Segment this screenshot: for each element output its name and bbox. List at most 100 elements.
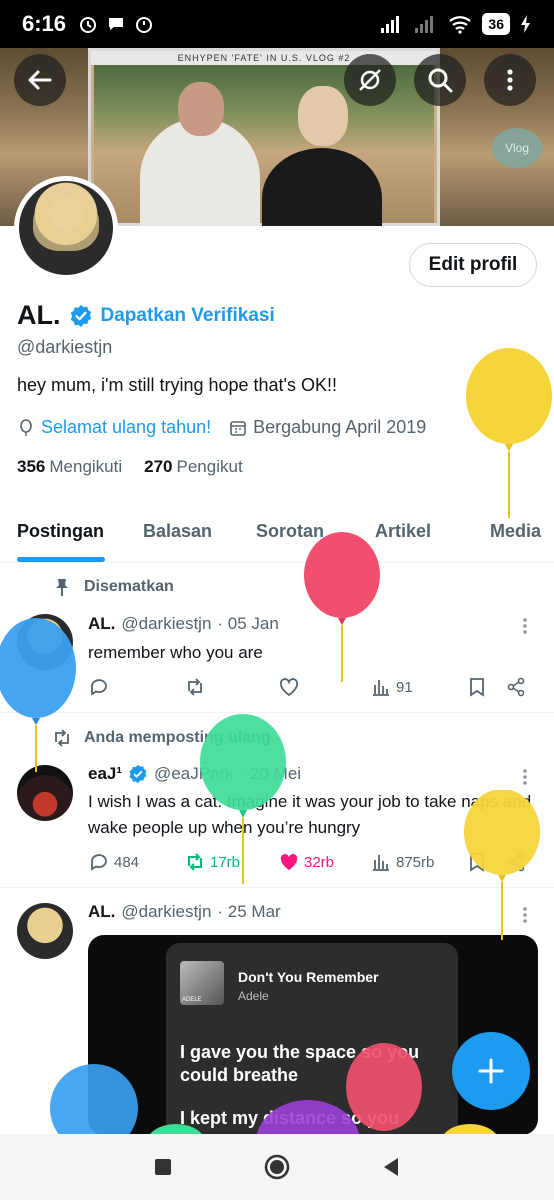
share-button[interactable] <box>505 676 527 698</box>
post-date: · 05 Jan <box>217 614 279 633</box>
profile-name: AL. <box>17 300 61 330</box>
post-header: AL. @darkiestjn · 25 Mar <box>88 902 281 922</box>
active-tab-indicator <box>17 557 105 562</box>
like-button[interactable]: 32rb <box>278 851 334 873</box>
status-bar: 6:16 36 <box>0 0 554 48</box>
grok-slash-icon <box>359 69 381 91</box>
post-header: eaJ¹ @eaJPark · 20 Mei <box>88 764 301 784</box>
reply-button[interactable] <box>88 676 110 698</box>
bookmark-icon <box>470 853 484 872</box>
repost-icon <box>188 853 202 871</box>
post-author-handle: @eaJPark <box>154 764 234 783</box>
repost-context-icon <box>55 729 69 747</box>
tab-artikel[interactable]: Artikel <box>375 521 431 542</box>
lyric-line: I kept my distance so you <box>180 1108 400 1128</box>
avatar[interactable] <box>17 614 73 670</box>
back-nav-icon[interactable] <box>378 1154 404 1180</box>
post-author-name[interactable]: eaJ¹ <box>88 764 122 784</box>
repost-button[interactable]: 17rb <box>184 851 240 873</box>
views-button[interactable]: 91 <box>370 676 413 698</box>
profile-avatar[interactable] <box>14 176 118 280</box>
balloon-icon <box>20 418 32 436</box>
back-button[interactable] <box>14 54 66 106</box>
compose-button[interactable] <box>452 1032 530 1110</box>
following-label: Mengikuti <box>49 457 123 476</box>
views-button[interactable]: 875rb <box>370 851 434 873</box>
song-artist: Adele <box>238 989 269 1003</box>
tab-media[interactable]: Media <box>490 521 541 542</box>
post-header: AL. @darkiestjn · 05 Jan <box>88 614 279 634</box>
post-text: I wish I was a cat. Imagine it was your … <box>88 792 532 837</box>
back-arrow-icon <box>28 70 52 90</box>
home-icon[interactable] <box>264 1154 290 1180</box>
alarm-icon <box>80 17 97 33</box>
reply-icon <box>91 679 107 696</box>
repost-context: Anda memposting ulang <box>52 728 271 748</box>
lyric-line: I gave you the space so you could breath… <box>180 1042 420 1085</box>
bookmark-icon <box>470 678 484 697</box>
repost-button[interactable] <box>184 676 206 698</box>
repost-label: Anda memposting ulang <box>84 729 271 746</box>
plus-icon <box>478 1058 504 1084</box>
tab-sorotan[interactable]: Sorotan <box>256 521 324 542</box>
tab-postingan[interactable]: Postingan <box>17 521 104 542</box>
pinned-context: Disematkan <box>52 577 174 597</box>
followers-count: 270 <box>144 457 173 476</box>
post-more-icon[interactable] <box>515 767 535 787</box>
status-time: 6:16 <box>22 11 67 36</box>
signal-muted-icon <box>415 16 434 33</box>
post-author-handle: @darkiestjn <box>121 902 212 921</box>
get-verified-link[interactable]: Dapatkan Verifikasi <box>101 305 275 327</box>
post-text: remember who you are <box>88 643 263 662</box>
post-author-name[interactable]: AL. <box>88 614 115 634</box>
wifi-icon <box>449 16 472 34</box>
repost-count: 17rb <box>210 853 241 871</box>
reply-button[interactable]: 484 <box>88 851 139 873</box>
post-divider <box>0 887 554 888</box>
avatar[interactable] <box>17 765 73 821</box>
avatar[interactable] <box>17 903 73 959</box>
search-button[interactable] <box>414 54 466 106</box>
like-button[interactable] <box>278 676 300 698</box>
signal-icon <box>381 16 400 33</box>
chat-bubble-icon <box>109 18 124 30</box>
edit-profile-button[interactable]: Edit profil <box>409 243 537 287</box>
post-author-name[interactable]: AL. <box>88 902 115 922</box>
heart-filled-icon <box>280 854 298 870</box>
balloon-yellow <box>466 348 552 518</box>
post-date: · 20 Mei <box>239 764 302 783</box>
bookmark-button[interactable] <box>466 851 488 873</box>
repost-icon <box>188 678 202 696</box>
recents-icon[interactable] <box>150 1154 176 1180</box>
bookmark-button[interactable] <box>466 676 488 698</box>
album-art-label: ADELE <box>182 997 202 1003</box>
status-system-icons: 36 <box>380 13 532 35</box>
status-notification-icons <box>78 14 154 34</box>
battery-indicator: 36 <box>482 13 510 35</box>
search-icon <box>428 68 453 93</box>
views-count: 875rb <box>396 853 435 871</box>
share-icon <box>507 852 525 872</box>
profile-handle: @darkiestjn <box>17 337 113 357</box>
clock-icon <box>136 17 153 33</box>
profile-bio: hey mum, i'm still trying hope that's OK… <box>17 375 337 395</box>
share-button[interactable] <box>505 851 527 873</box>
more-options-button[interactable] <box>484 54 536 106</box>
vlog-badge: Vlog <box>492 128 542 168</box>
following-link[interactable]: 356 Mengikuti <box>17 457 122 477</box>
tab-balasan[interactable]: Balasan <box>143 521 212 542</box>
followers-label: Pengikut <box>176 457 243 476</box>
followers-link[interactable]: 270 Pengikut <box>144 457 243 477</box>
birthday-link[interactable]: Selamat ulang tahun! <box>41 417 211 438</box>
charging-icon <box>521 15 530 33</box>
views-count: 91 <box>396 678 413 696</box>
pinned-label: Disematkan <box>84 578 174 595</box>
reply-icon <box>91 854 107 871</box>
post-more-icon[interactable] <box>515 616 535 636</box>
post-more-icon[interactable] <box>515 905 535 925</box>
reply-count: 484 <box>114 853 140 871</box>
profile-name-row: AL. Dapatkan Verifikasi <box>17 300 275 331</box>
grok-button[interactable] <box>344 54 396 106</box>
post-media-image[interactable]: ADELE Don't You Remember Adele I gave yo… <box>88 935 538 1135</box>
more-vertical-icon <box>507 69 513 91</box>
